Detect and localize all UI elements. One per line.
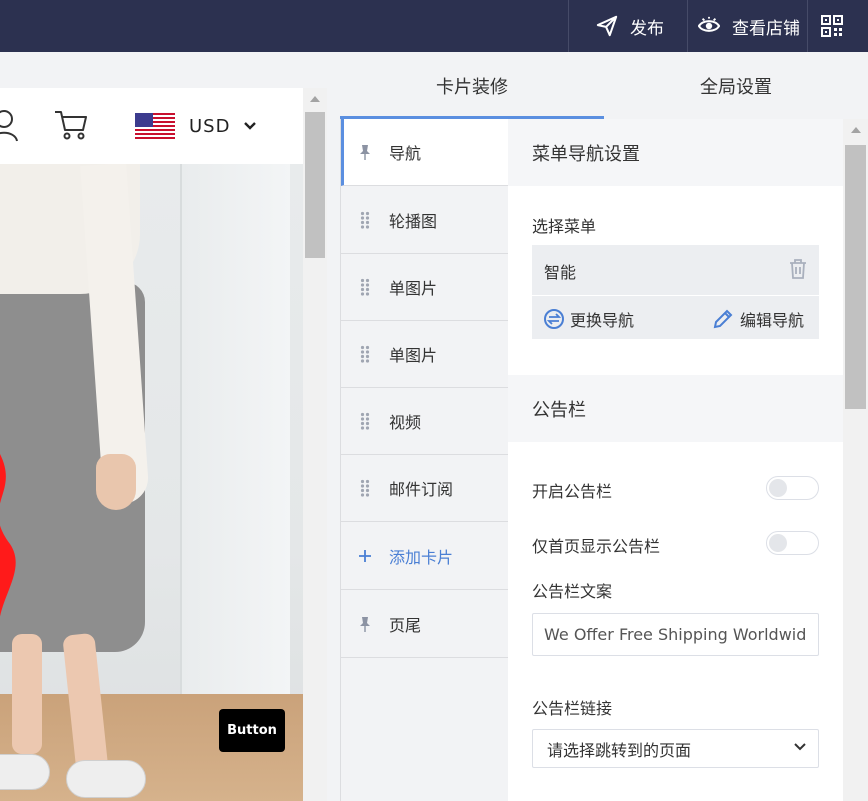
pencil-icon — [713, 309, 733, 329]
flame-decoration — [0, 454, 16, 644]
user-icon[interactable] — [0, 108, 18, 142]
enable-announcement-toggle[interactable] — [766, 476, 819, 500]
home-only-label: 仅首页显示公告栏 — [532, 537, 661, 556]
send-icon — [596, 15, 618, 37]
store-preview: USD Button — [0, 52, 340, 801]
eye-icon — [698, 16, 720, 32]
announcement-link-label: 公告栏链接 — [532, 699, 613, 718]
card-item-carousel[interactable]: 轮播图 — [341, 187, 508, 254]
home-only-toggle[interactable] — [766, 531, 819, 555]
selected-menu-name: 智能 — [544, 263, 577, 282]
drag-handle-icon — [355, 211, 375, 229]
store-header: USD — [0, 88, 303, 164]
currency-selector[interactable]: USD — [135, 113, 257, 139]
scroll-up-arrow-icon[interactable] — [310, 96, 320, 102]
announcement-link-placeholder: 请选择跳转到的页面 — [547, 740, 692, 760]
preview-scrollbar[interactable] — [303, 88, 327, 801]
select-menu-label: 选择菜单 — [532, 217, 597, 236]
card-item-label: 导航 — [389, 144, 422, 163]
card-item-label: 邮件订阅 — [389, 480, 454, 499]
card-item-nav[interactable]: 导航 — [341, 119, 508, 186]
card-item-label: 单图片 — [389, 279, 438, 298]
tab-global-settings[interactable]: 全局设置 — [604, 52, 868, 119]
card-settings: 菜单导航设置 选择菜单 智能 更换导航 编辑导航 公告栏 开启公告栏 仅首页显示… — [508, 119, 843, 801]
publish-button[interactable]: 发布 — [568, 0, 688, 52]
currency-label: USD — [189, 115, 231, 137]
plus-icon — [355, 549, 375, 563]
qr-code-icon — [821, 15, 843, 37]
card-item-video[interactable]: 视频 — [341, 388, 508, 455]
panel-tabs: 卡片装修 全局设置 — [340, 52, 868, 119]
view-store-button[interactable]: 查看店铺 — [687, 0, 808, 52]
card-item-single-image-2[interactable]: 单图片 — [341, 321, 508, 388]
pin-icon — [355, 616, 375, 632]
drag-handle-icon — [355, 479, 375, 497]
edit-nav-button[interactable]: 编辑导航 — [712, 307, 804, 331]
card-item-label: 页尾 — [389, 616, 422, 635]
change-nav-button[interactable]: 更换导航 — [544, 307, 634, 331]
settings-panel: 卡片装修 全局设置 导航 轮播图 单图片 单图片 视频 邮件订阅 添加卡片 页尾… — [340, 52, 868, 801]
add-card-label: 添加卡片 — [389, 548, 454, 567]
drag-handle-icon — [355, 278, 375, 296]
qr-code-button[interactable] — [807, 0, 868, 52]
trash-icon[interactable] — [789, 259, 807, 283]
card-item-label: 轮播图 — [389, 212, 438, 231]
cart-icon[interactable] — [54, 110, 88, 140]
announcement-section-title: 公告栏 — [508, 375, 843, 442]
announcement-text-label: 公告栏文案 — [532, 582, 613, 601]
settings-scrollbar[interactable] — [843, 119, 868, 801]
change-nav-label: 更换导航 — [570, 311, 635, 330]
preview-scroll-thumb[interactable] — [305, 112, 325, 258]
menu-nav-section-title: 菜单导航设置 — [508, 119, 843, 186]
edit-nav-label: 编辑导航 — [740, 311, 805, 330]
card-item-label: 单图片 — [389, 346, 438, 365]
card-item-single-image[interactable]: 单图片 — [341, 254, 508, 321]
announcement-text-input[interactable] — [532, 613, 819, 656]
publish-label: 发布 — [630, 18, 664, 39]
enable-announcement-label: 开启公告栏 — [532, 482, 613, 501]
chevron-down-icon — [794, 743, 806, 751]
view-store-label: 查看店铺 — [732, 18, 800, 39]
chevron-down-icon — [244, 122, 257, 130]
card-list: 导航 轮播图 单图片 单图片 视频 邮件订阅 添加卡片 页尾 — [340, 119, 508, 801]
swap-icon — [544, 309, 564, 329]
drag-handle-icon — [355, 345, 375, 363]
settings-scroll-thumb[interactable] — [845, 145, 866, 409]
card-item-email-subscribe[interactable]: 邮件订阅 — [341, 455, 508, 522]
tab-card-decoration[interactable]: 卡片装修 — [340, 52, 604, 119]
card-item-footer[interactable]: 页尾 — [341, 591, 508, 658]
demo-button[interactable]: Button — [219, 709, 285, 752]
drag-handle-icon — [355, 412, 375, 430]
announcement-link-select[interactable]: 请选择跳转到的页面 — [532, 729, 819, 768]
card-item-label: 视频 — [389, 413, 422, 432]
pin-icon — [355, 144, 375, 160]
banner-image — [0, 164, 303, 801]
add-card-button[interactable]: 添加卡片 — [341, 523, 508, 590]
scroll-up-arrow-icon[interactable] — [851, 127, 861, 133]
top-bar: 发布 查看店铺 — [0, 0, 868, 52]
selected-menu-box: 智能 更换导航 编辑导航 — [532, 245, 819, 339]
us-flag-icon — [135, 113, 175, 139]
